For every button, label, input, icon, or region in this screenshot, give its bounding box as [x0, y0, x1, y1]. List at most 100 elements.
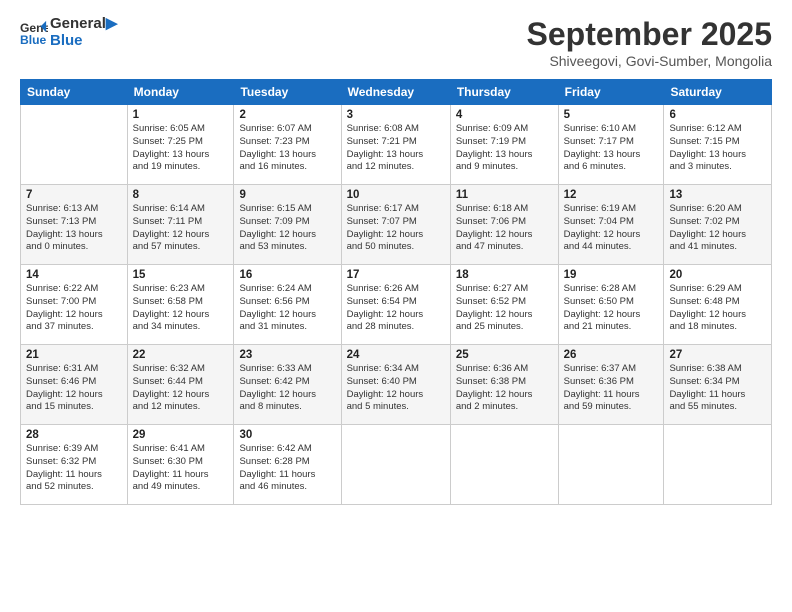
day-info: Sunrise: 6:15 AM Sunset: 7:09 PM Dayligh…	[239, 203, 335, 254]
day-cell: 3Sunrise: 6:08 AM Sunset: 7:21 PM Daylig…	[341, 105, 450, 185]
day-cell: 18 Sunrise: 6:27 AM Sunset: 6:52 PM Dayli…	[450, 265, 558, 345]
day-info: Sunrise: 6:24 AM Sunset: 6:56 PM Dayligh…	[239, 283, 335, 334]
day-number: 29	[133, 429, 229, 441]
day-info: Sunrise: 6:32 AM Sunset: 6:44 PM Dayligh…	[133, 363, 229, 414]
day-header-saturday: Saturday	[664, 80, 772, 105]
day-number: 17	[347, 269, 445, 281]
day-info: Sunrise: 6:31 AM Sunset: 6:46 PM Dayligh…	[26, 363, 122, 414]
day-number: 14	[26, 269, 122, 281]
day-cell: 16Sunrise: 6:24 AM Sunset: 6:56 PM Dayli…	[234, 265, 341, 345]
day-cell: 23 Sunrise: 6:33 AM Sunset: 6:42 PM Dayli…	[234, 345, 341, 425]
day-number: 28	[26, 429, 122, 441]
day-cell: 28Sunrise: 6:39 AM Sunset: 6:32 PM Dayli…	[21, 425, 128, 505]
day-number: 4	[456, 109, 553, 121]
day-number: 7	[26, 189, 122, 201]
day-number: 23	[239, 349, 335, 361]
day-cell: 15Sunrise: 6:23 AM Sunset: 6:58 PM Dayli…	[127, 265, 234, 345]
day-cell: 9 Sunrise: 6:15 AM Sunset: 7:09 PM Daylig…	[234, 185, 341, 265]
day-header-monday: Monday	[127, 80, 234, 105]
day-cell: 1 Sunrise: 6:05 AM Sunset: 7:25 PM Daylig…	[127, 105, 234, 185]
week-row-3: 14 Sunrise: 6:22 AM Sunset: 7:00 PM Dayli…	[21, 265, 772, 345]
day-info: Sunrise: 6:05 AM Sunset: 7:25 PM Dayligh…	[133, 123, 229, 174]
day-number: 21	[26, 349, 122, 361]
day-cell	[21, 105, 128, 185]
day-number: 8	[133, 189, 229, 201]
week-row-1: 1 Sunrise: 6:05 AM Sunset: 7:25 PM Daylig…	[21, 105, 772, 185]
logo-line1: General▶	[50, 16, 117, 33]
day-number: 1	[133, 109, 229, 121]
day-info: Sunrise: 6:36 AM Sunset: 6:38 PM Dayligh…	[456, 363, 553, 414]
day-info: Sunrise: 6:27 AM Sunset: 6:52 PM Dayligh…	[456, 283, 553, 334]
day-number: 9	[239, 189, 335, 201]
week-row-4: 21 Sunrise: 6:31 AM Sunset: 6:46 PM Dayli…	[21, 345, 772, 425]
day-cell: 27Sunrise: 6:38 AM Sunset: 6:34 PM Dayli…	[664, 345, 772, 425]
day-info: Sunrise: 6:22 AM Sunset: 7:00 PM Dayligh…	[26, 283, 122, 334]
day-header-row: SundayMondayTuesdayWednesdayThursdayFrid…	[21, 80, 772, 105]
day-info: Sunrise: 6:29 AM Sunset: 6:48 PM Dayligh…	[669, 283, 766, 334]
day-cell: 19 Sunrise: 6:28 AM Sunset: 6:50 PM Dayli…	[558, 265, 664, 345]
day-cell: 14 Sunrise: 6:22 AM Sunset: 7:00 PM Dayli…	[21, 265, 128, 345]
week-row-2: 7 Sunrise: 6:13 AM Sunset: 7:13 PM Daylig…	[21, 185, 772, 265]
title-block: September 2025 Shiveegovi, Govi-Sumber, …	[527, 16, 772, 69]
day-info: Sunrise: 6:18 AM Sunset: 7:06 PM Dayligh…	[456, 203, 553, 254]
day-cell: 30 Sunrise: 6:42 AM Sunset: 6:28 PM Dayli…	[234, 425, 341, 505]
calendar-title: September 2025	[527, 16, 772, 53]
logo-line2: Blue	[50, 33, 117, 50]
day-number: 18	[456, 269, 553, 281]
day-number: 26	[564, 349, 659, 361]
day-cell: 26 Sunrise: 6:37 AM Sunset: 6:36 PM Dayli…	[558, 345, 664, 425]
day-cell: 22 Sunrise: 6:32 AM Sunset: 6:44 PM Dayli…	[127, 345, 234, 425]
day-cell: 11 Sunrise: 6:18 AM Sunset: 7:06 PM Dayli…	[450, 185, 558, 265]
day-info: Sunrise: 6:13 AM Sunset: 7:13 PM Dayligh…	[26, 203, 122, 254]
calendar-page: General Blue General▶ Blue September 202…	[0, 0, 792, 612]
day-number: 10	[347, 189, 445, 201]
day-cell: 21 Sunrise: 6:31 AM Sunset: 6:46 PM Dayli…	[21, 345, 128, 425]
day-cell: 24Sunrise: 6:34 AM Sunset: 6:40 PM Dayli…	[341, 345, 450, 425]
day-number: 12	[564, 189, 659, 201]
day-info: Sunrise: 6:37 AM Sunset: 6:36 PM Dayligh…	[564, 363, 659, 414]
day-info: Sunrise: 6:09 AM Sunset: 7:19 PM Dayligh…	[456, 123, 553, 174]
day-info: Sunrise: 6:28 AM Sunset: 6:50 PM Dayligh…	[564, 283, 659, 334]
day-number: 5	[564, 109, 659, 121]
day-cell: 29 Sunrise: 6:41 AM Sunset: 6:30 PM Dayli…	[127, 425, 234, 505]
day-cell: 5Sunrise: 6:10 AM Sunset: 7:17 PM Daylig…	[558, 105, 664, 185]
day-info: Sunrise: 6:19 AM Sunset: 7:04 PM Dayligh…	[564, 203, 659, 254]
day-cell: 13 Sunrise: 6:20 AM Sunset: 7:02 PM Dayli…	[664, 185, 772, 265]
day-number: 13	[669, 189, 766, 201]
day-cell	[558, 425, 664, 505]
day-info: Sunrise: 6:12 AM Sunset: 7:15 PM Dayligh…	[669, 123, 766, 174]
day-header-wednesday: Wednesday	[341, 80, 450, 105]
day-cell: 4 Sunrise: 6:09 AM Sunset: 7:19 PM Daylig…	[450, 105, 558, 185]
day-cell	[341, 425, 450, 505]
day-header-friday: Friday	[558, 80, 664, 105]
day-header-thursday: Thursday	[450, 80, 558, 105]
day-info: Sunrise: 6:14 AM Sunset: 7:11 PM Dayligh…	[133, 203, 229, 254]
logo-icon: General Blue	[20, 19, 48, 47]
calendar-subtitle: Shiveegovi, Govi-Sumber, Mongolia	[527, 53, 772, 69]
day-number: 22	[133, 349, 229, 361]
day-cell: 20Sunrise: 6:29 AM Sunset: 6:48 PM Dayli…	[664, 265, 772, 345]
day-number: 2	[239, 109, 335, 121]
day-info: Sunrise: 6:08 AM Sunset: 7:21 PM Dayligh…	[347, 123, 445, 174]
day-cell: 7 Sunrise: 6:13 AM Sunset: 7:13 PM Daylig…	[21, 185, 128, 265]
day-number: 27	[669, 349, 766, 361]
day-info: Sunrise: 6:26 AM Sunset: 6:54 PM Dayligh…	[347, 283, 445, 334]
day-cell	[664, 425, 772, 505]
day-info: Sunrise: 6:33 AM Sunset: 6:42 PM Dayligh…	[239, 363, 335, 414]
day-number: 19	[564, 269, 659, 281]
day-number: 25	[456, 349, 553, 361]
day-info: Sunrise: 6:42 AM Sunset: 6:28 PM Dayligh…	[239, 443, 335, 494]
day-info: Sunrise: 6:20 AM Sunset: 7:02 PM Dayligh…	[669, 203, 766, 254]
day-header-tuesday: Tuesday	[234, 80, 341, 105]
day-info: Sunrise: 6:34 AM Sunset: 6:40 PM Dayligh…	[347, 363, 445, 414]
day-info: Sunrise: 6:41 AM Sunset: 6:30 PM Dayligh…	[133, 443, 229, 494]
day-info: Sunrise: 6:23 AM Sunset: 6:58 PM Dayligh…	[133, 283, 229, 334]
logo: General Blue General▶ Blue	[20, 16, 117, 49]
day-cell: 25 Sunrise: 6:36 AM Sunset: 6:38 PM Dayli…	[450, 345, 558, 425]
calendar-table: SundayMondayTuesdayWednesdayThursdayFrid…	[20, 79, 772, 505]
day-cell: 2 Sunrise: 6:07 AM Sunset: 7:23 PM Daylig…	[234, 105, 341, 185]
day-number: 30	[239, 429, 335, 441]
header: General Blue General▶ Blue September 202…	[20, 16, 772, 69]
day-info: Sunrise: 6:07 AM Sunset: 7:23 PM Dayligh…	[239, 123, 335, 174]
day-number: 11	[456, 189, 553, 201]
